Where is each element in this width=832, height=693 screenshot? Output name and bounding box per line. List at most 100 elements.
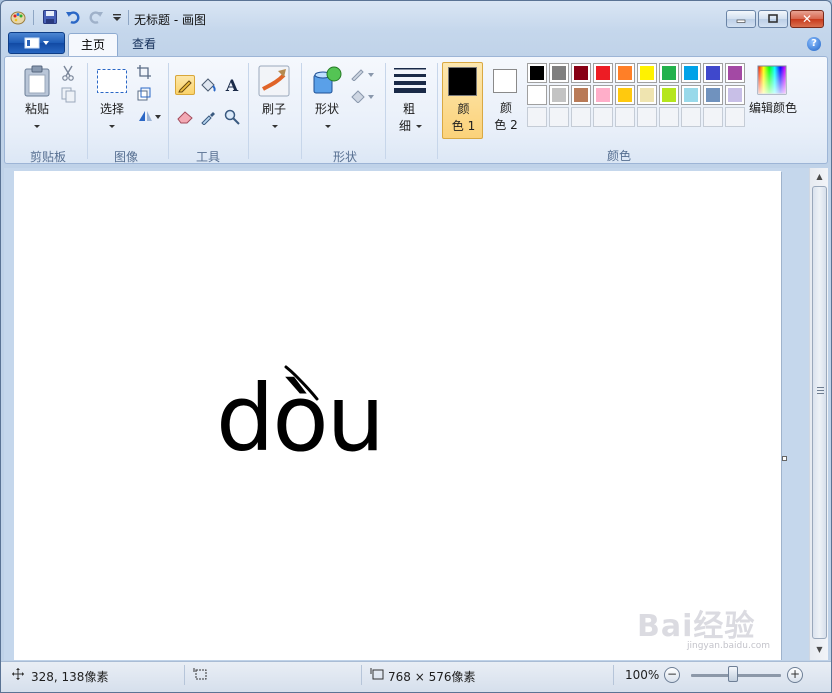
rotate-icon[interactable] — [137, 109, 161, 123]
palette-color-swatch[interactable] — [527, 63, 547, 83]
palette-color-swatch[interactable] — [571, 63, 591, 83]
palette-color-swatch[interactable] — [615, 85, 635, 105]
tab-home[interactable]: 主页 — [68, 33, 119, 57]
status-separator — [184, 665, 185, 685]
close-button[interactable]: ✕ — [790, 10, 824, 28]
palette-custom-slot[interactable] — [681, 107, 701, 127]
paste-button[interactable]: 粘贴 — [22, 101, 52, 117]
copy-icon[interactable] — [61, 87, 76, 103]
palette-custom-slot[interactable] — [615, 107, 635, 127]
color2-swatch — [493, 69, 517, 93]
zoom-out-button[interactable]: − — [664, 667, 680, 683]
zoom-slider-thumb[interactable] — [728, 666, 738, 682]
palette-color-swatch[interactable] — [703, 63, 723, 83]
palette-color-swatch[interactable] — [659, 63, 679, 83]
maximize-button[interactable] — [758, 10, 788, 28]
minimize-button[interactable] — [726, 10, 756, 28]
palette-color-swatch[interactable] — [549, 63, 569, 83]
shapes-dropdown-arrow-icon[interactable] — [325, 125, 331, 128]
swatch-fill — [618, 66, 632, 80]
color-picker-tool-button[interactable] — [198, 107, 218, 127]
palette-color-swatch[interactable] — [593, 63, 613, 83]
palette-custom-slot[interactable] — [659, 107, 679, 127]
resize-icon[interactable] — [137, 87, 151, 101]
palette-color-swatch[interactable] — [637, 85, 657, 105]
palette-custom-slot[interactable] — [527, 107, 547, 127]
customize-quick-access-icon[interactable] — [109, 9, 125, 25]
scroll-down-icon[interactable]: ▼ — [813, 642, 826, 657]
application-menu-button[interactable] — [8, 32, 65, 54]
drawing-canvas[interactable]: dòu — [14, 171, 781, 660]
cursor-position: 328, 138像素 — [31, 670, 109, 684]
palette-color-swatch[interactable] — [615, 63, 635, 83]
palette-color-swatch[interactable] — [681, 85, 701, 105]
status-separator — [613, 665, 614, 685]
pencil-icon — [178, 80, 192, 93]
maximize-icon — [768, 14, 778, 23]
select-dropdown-arrow-icon[interactable] — [109, 125, 115, 128]
palette-color-swatch[interactable] — [681, 63, 701, 83]
help-icon[interactable]: ? — [807, 37, 821, 51]
brushes-button[interactable]: 刷子 — [257, 101, 291, 117]
palette-custom-slot[interactable] — [593, 107, 613, 127]
palette-color-swatch[interactable] — [725, 85, 745, 105]
redo-icon[interactable] — [88, 9, 104, 25]
status-bar: 328, 138像素 768 × 576像素 100% − + — [1, 661, 831, 692]
select-rectangle-icon[interactable] — [96, 68, 128, 94]
save-icon[interactable] — [42, 9, 58, 25]
shapes-icon[interactable] — [311, 65, 343, 97]
paint-app-icon[interactable] — [10, 9, 26, 25]
grave-accent-stroke — [284, 365, 319, 401]
palette-custom-slot[interactable] — [725, 107, 745, 127]
palette-color-swatch[interactable] — [725, 63, 745, 83]
fill-tool-button[interactable] — [198, 75, 218, 95]
title-bar: 无标题 - 画图 ✕ — [1, 1, 831, 31]
palette-color-swatch[interactable] — [637, 63, 657, 83]
palette-color-swatch[interactable] — [593, 85, 613, 105]
palette-color-swatch[interactable] — [527, 85, 547, 105]
palette-color-swatch[interactable] — [549, 85, 569, 105]
palette-custom-slot[interactable] — [571, 107, 591, 127]
scrollbar-thumb[interactable] — [812, 186, 827, 639]
size-lines-icon[interactable] — [393, 67, 427, 93]
tab-view[interactable]: 查看 — [120, 33, 168, 57]
swatch-fill — [574, 66, 588, 80]
paste-dropdown-arrow-icon[interactable] — [34, 125, 40, 128]
canvas-resize-handle[interactable] — [782, 456, 787, 461]
vertical-scrollbar[interactable]: ▲ ▼ — [809, 168, 828, 660]
title-separator — [128, 10, 129, 25]
palette-custom-slot[interactable] — [637, 107, 657, 127]
paste-icon[interactable] — [23, 65, 51, 97]
size-button-top[interactable]: 粗 — [399, 101, 419, 117]
size-dropdown-arrow-icon[interactable] — [416, 125, 422, 128]
palette-custom-slot[interactable] — [549, 107, 569, 127]
zoom-in-button[interactable]: + — [787, 667, 803, 683]
brushes-dropdown-arrow-icon[interactable] — [272, 125, 278, 128]
shapes-button[interactable]: 形状 — [310, 101, 344, 117]
scroll-up-icon[interactable]: ▲ — [813, 169, 826, 184]
text-tool-button[interactable]: A — [222, 75, 242, 95]
undo-icon[interactable] — [65, 9, 81, 25]
palette-custom-slot[interactable] — [703, 107, 723, 127]
brush-icon[interactable] — [258, 65, 290, 97]
cut-icon[interactable] — [61, 65, 75, 81]
crop-icon[interactable] — [137, 65, 151, 79]
select-button[interactable]: 选择 — [95, 101, 129, 117]
palette-color-swatch[interactable] — [703, 85, 723, 105]
color2-label-bottom: 色 2 — [494, 118, 518, 132]
size-button-bottom[interactable]: 细 — [395, 118, 415, 134]
edit-colors-button[interactable]: 编辑颜色 — [746, 100, 800, 116]
eraser-tool-button[interactable] — [175, 107, 195, 127]
color2-button[interactable]: 颜 色 2 — [487, 62, 525, 139]
palette-color-swatch[interactable] — [659, 85, 679, 105]
color1-button[interactable]: 颜 色 1 — [442, 62, 483, 139]
swatch-fill — [640, 88, 654, 102]
magnifier-tool-button[interactable] — [222, 107, 242, 127]
pencil-tool-button[interactable] — [175, 75, 195, 95]
edit-colors-icon[interactable] — [757, 65, 787, 95]
color1-label-top: 颜 — [457, 102, 470, 116]
fill-shape-icon[interactable] — [350, 89, 376, 103]
group-separator — [437, 63, 438, 159]
palette-color-swatch[interactable] — [571, 85, 591, 105]
outline-icon[interactable] — [350, 67, 376, 81]
